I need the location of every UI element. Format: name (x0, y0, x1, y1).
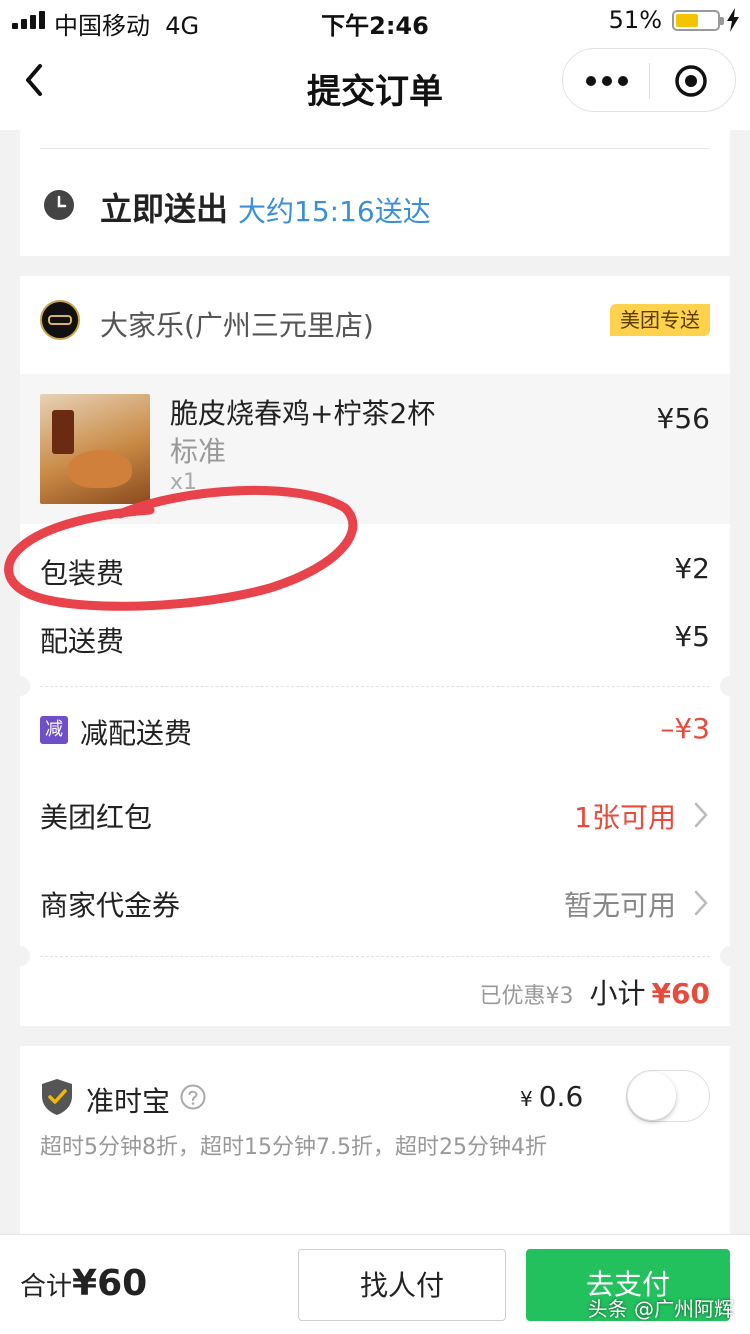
coupon-value: 1张可用 (574, 801, 676, 834)
delivery-time-card[interactable]: 立即送出 大约15:16送达 (20, 128, 730, 256)
fee-row-delivery: 配送费 ¥5 (40, 620, 710, 660)
fee-value: ¥2 (674, 552, 710, 585)
store-logo (40, 300, 80, 340)
help-question-icon[interactable] (180, 1084, 206, 1110)
currency-symbol: ¥ (520, 1087, 533, 1111)
shield-check-icon (42, 1079, 72, 1115)
coupon-label: 美团红包 (40, 801, 153, 834)
delivery-badge: 美团专送 (610, 304, 710, 336)
watermark: 头条 @广州阿辉 (587, 1297, 734, 1321)
insurance-amount: 0.6 (538, 1080, 584, 1113)
toggle-knob (628, 1072, 676, 1120)
product-price: ¥56 (656, 402, 710, 435)
product-item: 脆皮烧春鸡+柠茶2杯 标准 x1 ¥56 (20, 374, 730, 524)
coupon-row-redpacket[interactable]: 美团红包 1张可用 (40, 796, 710, 836)
chevron-right-icon (694, 802, 708, 828)
fee-row-packaging: 包装费 ¥2 (40, 552, 710, 592)
discount-label: 减配送费 (80, 717, 193, 750)
fee-label: 包装费 (40, 557, 125, 590)
discount-tag: 减 (40, 716, 68, 744)
total-label: 合计 (20, 1272, 73, 1302)
coupon-row-voucher[interactable]: 商家代金券 暂无可用 (40, 884, 710, 924)
ticket-notch (10, 946, 30, 966)
dashed-divider (40, 956, 710, 957)
ticket-notch (720, 676, 740, 696)
battery-percent: 51% (608, 6, 662, 34)
subtotal: 已优惠¥3 小计 ¥60 (480, 972, 710, 1012)
status-bar: 中国移动 4G 下午2:46 51% (0, 0, 750, 40)
order-total: 合计¥60 (20, 1263, 147, 1304)
clock-icon (44, 190, 74, 220)
product-image (40, 394, 150, 504)
store-name: 大家乐(广州三元里店) (100, 309, 374, 342)
ticket-notch (720, 946, 740, 966)
delivery-eta[interactable]: 大约15:16送达 (238, 190, 431, 230)
coupon-label: 商家代金券 (40, 889, 181, 922)
subtotal-value: ¥60 (651, 977, 710, 1010)
total-value: ¥60 (72, 1263, 148, 1304)
insurance-description: 超时5分钟8折，超时15分钟7.5折，超时25分钟4折 (40, 1135, 547, 1160)
capsule-divider (649, 63, 650, 99)
divider (40, 148, 710, 149)
order-card: 大家乐(广州三元里店) 美团专送 脆皮烧春鸡+柠茶2杯 标准 x1 ¥56 包装… (10, 276, 740, 1026)
more-dots-icon[interactable] (581, 67, 633, 95)
coupon-value: 暂无可用 (563, 889, 676, 922)
fee-value: ¥5 (674, 620, 710, 653)
friend-pay-button[interactable]: 找人付 (298, 1249, 506, 1321)
product-spec: 标准 (170, 435, 227, 468)
ontime-insurance-card: 准时宝 ¥0.6 超时5分钟8折，超时15分钟7.5折，超时25分钟4折 (20, 1046, 730, 1246)
saved-amount: 已优惠¥3 (479, 984, 574, 1009)
product-name: 脆皮烧春鸡+柠茶2杯 (170, 397, 436, 430)
battery-icon (672, 10, 724, 31)
discount-row: 减 减配送费 –¥3 (40, 712, 710, 756)
discount-value: –¥3 (660, 712, 710, 745)
chevron-right-icon (694, 890, 708, 916)
bottom-action-bar: 合计¥60 找人付 去支付 头条 @广州阿辉 (0, 1234, 750, 1334)
dashed-divider (40, 686, 710, 687)
subtotal-label: 小计 (589, 977, 646, 1010)
miniprogram-capsule (562, 48, 736, 112)
delivery-title: 立即送出 (100, 190, 229, 228)
charging-bolt-icon (727, 8, 739, 32)
close-target-icon[interactable] (673, 63, 709, 99)
fee-label: 配送费 (40, 625, 125, 658)
nav-bar: 提交订单 (0, 40, 750, 130)
insurance-toggle[interactable] (626, 1070, 710, 1122)
product-quantity: x1 (170, 470, 198, 495)
ticket-notch (10, 676, 30, 696)
insurance-price: ¥0.6 (520, 1080, 583, 1113)
insurance-title: 准时宝 (86, 1085, 171, 1118)
